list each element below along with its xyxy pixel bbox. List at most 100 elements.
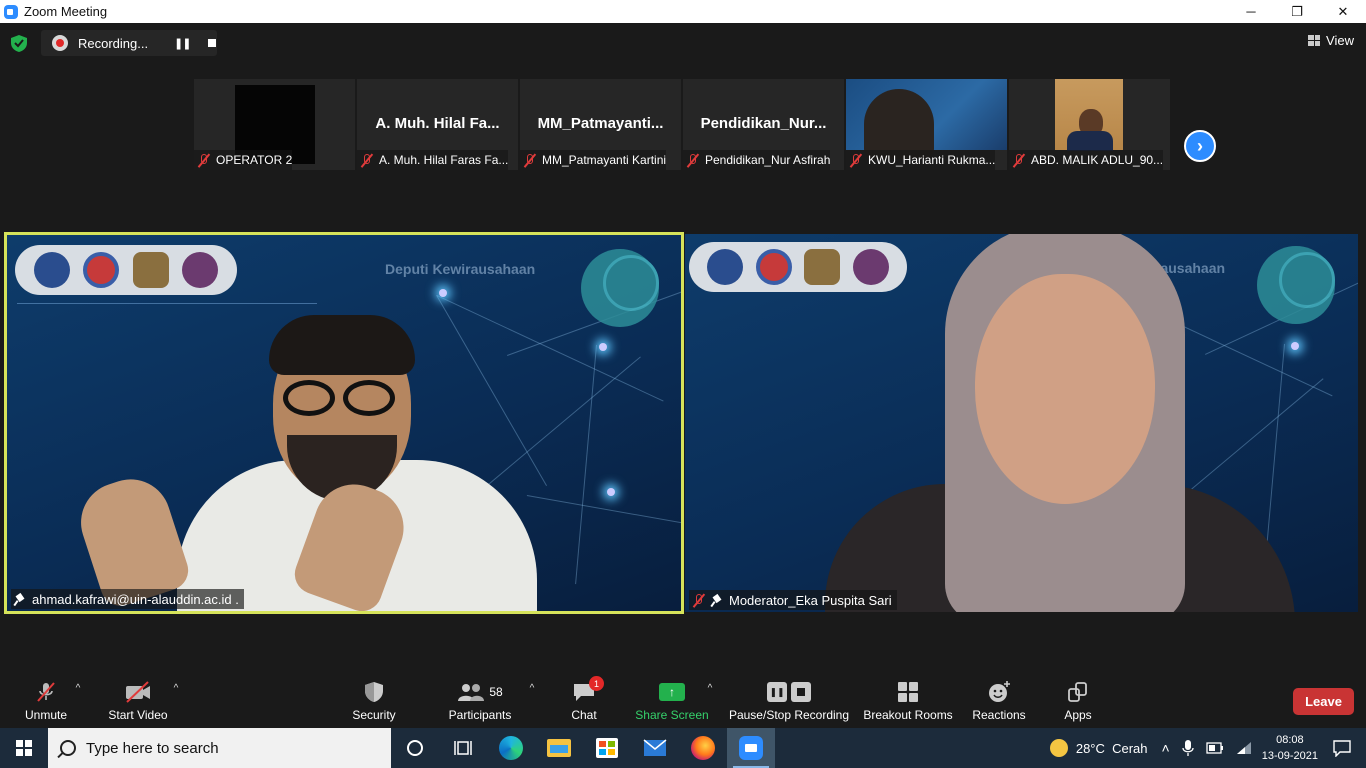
participant-thumbnail[interactable]: ABD. MALIK ADLU_90... [1009, 79, 1170, 170]
bank-indonesia-logo-icon [33, 252, 70, 288]
view-label: View [1326, 33, 1354, 48]
share-screen-label: Share Screen [635, 708, 709, 722]
video-options-caret[interactable]: ^ [170, 669, 182, 728]
pause-recording-icon[interactable]: ❚❚ [174, 37, 191, 50]
audio-options-caret[interactable]: ^ [72, 669, 84, 728]
start-button[interactable] [0, 728, 48, 768]
system-clock[interactable]: 08:08 13-09-2021 [1262, 732, 1318, 764]
participant-name: ABD. MALIK ADLU_90... [1031, 153, 1164, 167]
security-label: Security [352, 708, 396, 722]
system-tray: 28°C Cerah ˄ 08:08 13-09-2021 [1049, 728, 1366, 768]
reactions-label: Reactions [972, 708, 1026, 722]
emblem-logo-icon [83, 252, 120, 288]
meeting-toolbar: Unmute ^ Start Video ^ Security 58 Parti… [0, 669, 1366, 728]
close-button[interactable]: ✕ [1320, 0, 1366, 23]
participant-display-name: Pendidikan_Nur... [700, 115, 827, 132]
recording-dot-icon [52, 35, 68, 51]
recording-label: Recording... [78, 35, 149, 51]
notifications-icon[interactable] [1332, 739, 1352, 757]
apps-button[interactable]: Apps [1056, 669, 1100, 728]
mail-button[interactable] [631, 728, 679, 768]
participants-button[interactable]: 58 Participants [444, 669, 516, 728]
show-hidden-icons-chevron-icon[interactable]: ˄ [1162, 740, 1170, 756]
participants-options-caret[interactable]: ^ [526, 669, 538, 728]
pause-stop-recording-button[interactable]: ❚❚ Pause/Stop Recording [728, 669, 850, 728]
share-screen-button[interactable]: ↑ Share Screen [634, 669, 710, 728]
reactions-smiley-icon [989, 681, 1010, 702]
speaker-video-left[interactable]: Deputi Kewirausahaan ahmad.kafrawi@uin-a… [4, 232, 684, 614]
regional-logo-icon [132, 252, 169, 288]
store-button[interactable] [583, 728, 631, 768]
encryption-shield-icon[interactable] [11, 35, 27, 52]
participant-name: MM_Patmayanti Kartini [542, 153, 667, 167]
unmute-button[interactable]: Unmute [18, 669, 74, 728]
minimize-button[interactable]: ─ [1228, 0, 1274, 23]
zoom-taskbar-button[interactable] [727, 728, 775, 768]
pause-stop-recording-label: Pause/Stop Recording [728, 708, 850, 722]
edge-icon [499, 736, 523, 760]
apps-label: Apps [1064, 708, 1092, 722]
participant-name: A. Muh. Hilal Faras Fa... [379, 153, 509, 167]
chat-button[interactable]: 1 Chat [562, 669, 606, 728]
muted-mic-icon [197, 153, 210, 167]
meeting-area: Recording... ❚❚ View OPERATOR 2 A. Muh. … [0, 23, 1366, 728]
participants-icon [458, 684, 485, 701]
participant-thumbnail[interactable]: KWU_Harianti Rukma... [846, 79, 1007, 170]
file-explorer-button[interactable] [535, 728, 583, 768]
emblem-logo-icon [755, 249, 792, 285]
reactions-button[interactable]: Reactions [970, 669, 1028, 728]
taskbar-search-box[interactable]: Type here to search [48, 728, 391, 768]
participant-thumbnail[interactable]: OPERATOR 2 [194, 79, 355, 170]
university-logo-icon [852, 249, 889, 285]
restore-button[interactable]: ❐ [1274, 0, 1320, 23]
muted-mic-icon [849, 153, 862, 167]
muted-mic-icon [360, 153, 373, 167]
weather-text[interactable]: 28°C Cerah [1076, 741, 1148, 756]
firefox-button[interactable] [679, 728, 727, 768]
battery-icon[interactable] [1206, 742, 1224, 754]
institution-logos [15, 245, 237, 295]
weather-sun-icon [1049, 739, 1068, 757]
search-icon [60, 740, 76, 756]
cortana-button[interactable] [391, 728, 439, 768]
edge-browser-button[interactable] [487, 728, 535, 768]
participant-name: OPERATOR 2 [216, 153, 293, 167]
pin-icon [14, 593, 26, 606]
zoom-app-icon [4, 4, 18, 19]
firefox-icon [691, 736, 715, 760]
chat-badge: 1 [589, 676, 604, 691]
microphone-icon[interactable] [1182, 739, 1194, 757]
university-logo-icon [182, 252, 219, 288]
muted-microphone-icon [37, 682, 55, 702]
speaker-video-right[interactable]: rausahaan Moderator_Eka Puspita Sari [685, 234, 1358, 612]
title-bar: Zoom Meeting ─ ❐ ✕ [0, 0, 1366, 23]
muted-mic-icon [523, 153, 536, 167]
share-options-caret[interactable]: ^ [704, 669, 716, 728]
folder-icon [547, 739, 571, 757]
participant-name: KWU_Harianti Rukma... [868, 153, 996, 167]
participant-name: Pendidikan_Nur Asfirah [705, 153, 831, 167]
stop-recording-icon[interactable] [208, 39, 217, 47]
start-video-label: Start Video [108, 708, 168, 722]
store-icon [596, 738, 618, 758]
next-page-chevron-icon[interactable]: › [1184, 130, 1216, 162]
speaker-name: ahmad.kafrawi@uin-alauddin.ac.id . [32, 591, 239, 607]
participant-thumbnail[interactable]: A. Muh. Hilal Fa... A. Muh. Hilal Faras … [357, 79, 518, 170]
task-view-button[interactable] [439, 728, 487, 768]
start-video-button[interactable]: Start Video [106, 669, 170, 728]
participant-display-name: A. Muh. Hilal Fa... [375, 115, 500, 132]
windows-taskbar: Type here to search 28°C Cerah ˄ 08:08 1… [0, 728, 1366, 768]
breakout-rooms-button[interactable]: Breakout Rooms [862, 669, 954, 728]
leave-button[interactable]: Leave [1293, 688, 1354, 715]
participant-thumbnail[interactable]: MM_Patmayanti... MM_Patmayanti Kartini [520, 79, 681, 170]
security-button[interactable]: Security [348, 669, 400, 728]
banner-text: Deputi Kewirausahaan [385, 261, 536, 277]
apps-icon [1068, 682, 1087, 702]
task-view-icon [454, 741, 472, 755]
moderator-name: Moderator_Eka Puspita Sari [729, 592, 892, 608]
view-button[interactable]: View [1308, 33, 1354, 48]
zoom-icon [739, 736, 763, 760]
wifi-icon[interactable] [1236, 741, 1252, 755]
participant-thumbnail[interactable]: Pendidikan_Nur... Pendidikan_Nur Asfirah [683, 79, 844, 170]
muted-mic-icon [686, 153, 699, 167]
